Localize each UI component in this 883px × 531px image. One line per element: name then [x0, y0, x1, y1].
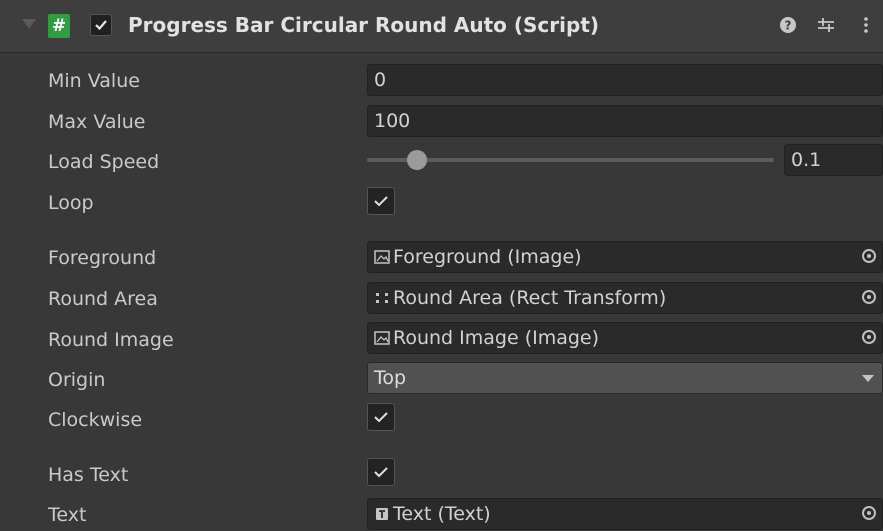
- foreground-value: Foreground (Image): [393, 246, 582, 268]
- component-enabled-checkbox[interactable]: [90, 14, 112, 36]
- object-picker-icon[interactable]: [862, 290, 876, 304]
- foldout-arrow-icon[interactable]: [22, 19, 36, 29]
- clockwise-label: Clockwise: [48, 409, 143, 431]
- object-picker-icon[interactable]: [862, 249, 876, 263]
- component-title: Progress Bar Circular Round Auto (Script…: [128, 13, 600, 37]
- rect-transform-icon: [376, 293, 388, 303]
- image-icon: [374, 331, 390, 345]
- round-area-value: Round Area (Rect Transform): [393, 287, 667, 309]
- has-text-label: Has Text: [48, 464, 129, 486]
- loop-checkbox[interactable]: [367, 187, 395, 215]
- text-label: Text: [48, 504, 87, 526]
- text-icon: [376, 508, 388, 520]
- help-icon[interactable]: ?: [777, 13, 799, 37]
- max-value-label: Max Value: [48, 111, 146, 133]
- loop-label: Loop: [48, 192, 94, 214]
- image-icon: [374, 250, 390, 264]
- round-image-object-field[interactable]: Round Image (Image): [367, 322, 883, 354]
- round-image-value: Round Image (Image): [393, 327, 600, 349]
- min-value-input[interactable]: 0: [367, 64, 883, 96]
- round-area-label: Round Area: [48, 288, 158, 310]
- min-value-label: Min Value: [48, 70, 140, 92]
- round-area-object-field[interactable]: Round Area (Rect Transform): [367, 282, 883, 314]
- round-image-label: Round Image: [48, 329, 174, 351]
- max-value-input[interactable]: 100: [367, 105, 883, 137]
- foreground-object-field[interactable]: Foreground (Image): [367, 241, 883, 273]
- origin-label: Origin: [48, 369, 106, 391]
- object-picker-icon[interactable]: [862, 506, 876, 520]
- origin-dropdown[interactable]: Top: [367, 362, 883, 394]
- svg-text:?: ?: [785, 19, 792, 33]
- origin-value: Top: [374, 367, 407, 389]
- dropdown-arrow-icon: [862, 375, 874, 382]
- load-speed-label: Load Speed: [48, 151, 160, 173]
- text-value: Text (Text): [393, 503, 491, 525]
- component-header[interactable]: # Progress Bar Circular Round Auto (Scri…: [0, 0, 883, 53]
- load-speed-slider-thumb[interactable]: [407, 150, 427, 170]
- text-object-field[interactable]: Text (Text): [367, 498, 883, 530]
- load-speed-input[interactable]: 0.1: [784, 144, 883, 176]
- presets-icon[interactable]: [815, 13, 837, 37]
- has-text-checkbox[interactable]: [367, 458, 395, 486]
- load-speed-slider-track[interactable]: [367, 158, 774, 162]
- script-icon: #: [48, 14, 70, 38]
- more-icon[interactable]: [855, 13, 877, 37]
- object-picker-icon[interactable]: [862, 330, 876, 344]
- clockwise-checkbox[interactable]: [367, 403, 395, 431]
- foreground-label: Foreground: [48, 247, 157, 269]
